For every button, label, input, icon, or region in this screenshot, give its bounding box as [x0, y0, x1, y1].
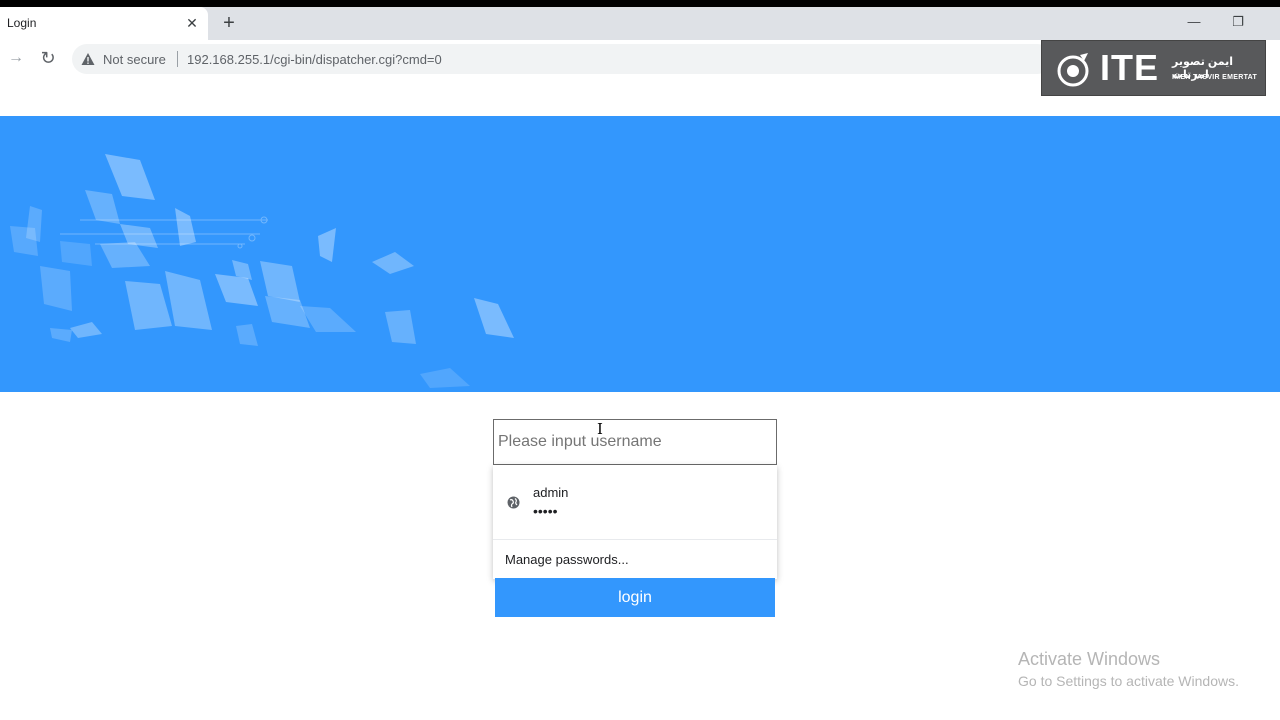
activate-windows-subtitle: Go to Settings to activate Windows.: [1018, 673, 1239, 689]
new-tab-icon[interactable]: +: [219, 11, 239, 35]
saved-credential-item[interactable]: admin •••••: [493, 465, 777, 539]
window-top-border: [0, 0, 1280, 7]
manage-passwords-link[interactable]: Manage passwords...: [505, 552, 629, 567]
logo-brand: ITE: [1100, 47, 1160, 88]
security-label[interactable]: Not secure: [103, 52, 166, 67]
banner-decoration: [10, 154, 514, 388]
saved-username: admin: [533, 485, 569, 500]
address-bar[interactable]: Not secure 192.168.255.1/cgi-bin/dispatc…: [72, 44, 1052, 74]
forward-icon[interactable]: →: [6, 48, 26, 68]
tab-strip: Login ✕ + — ❐: [0, 7, 1280, 40]
tab-title: Login: [7, 16, 37, 30]
saved-password-mask: •••••: [533, 503, 558, 519]
text-cursor-icon: I: [597, 420, 603, 438]
globe-icon: [507, 496, 520, 509]
tab-login[interactable]: Login ✕: [0, 7, 208, 40]
close-tab-icon[interactable]: ✕: [184, 13, 200, 33]
password-autofill-dropdown: admin ••••• Manage passwords...: [493, 465, 777, 579]
header-banner: [0, 116, 1280, 392]
url-text[interactable]: 192.168.255.1/cgi-bin/dispatcher.cgi?cmd…: [187, 52, 442, 67]
username-input[interactable]: [493, 419, 777, 465]
omnibox-divider: [177, 51, 178, 67]
warning-icon: [81, 53, 95, 65]
restore-icon[interactable]: ❐: [1228, 12, 1248, 32]
logo-english-text: IMEN TASVIR EMERTAT: [1172, 74, 1258, 81]
company-logo-watermark: ITE ایمن تصویر امرتات IMEN TASVIR EMERTA…: [1041, 40, 1266, 96]
dropdown-divider: [493, 539, 777, 540]
logo-drop-icon: [1057, 53, 1089, 87]
login-button[interactable]: login: [495, 578, 775, 617]
activate-windows-title: Activate Windows: [1018, 649, 1161, 669]
minimize-icon[interactable]: —: [1184, 12, 1204, 32]
reload-icon[interactable]: ↻: [38, 48, 58, 68]
